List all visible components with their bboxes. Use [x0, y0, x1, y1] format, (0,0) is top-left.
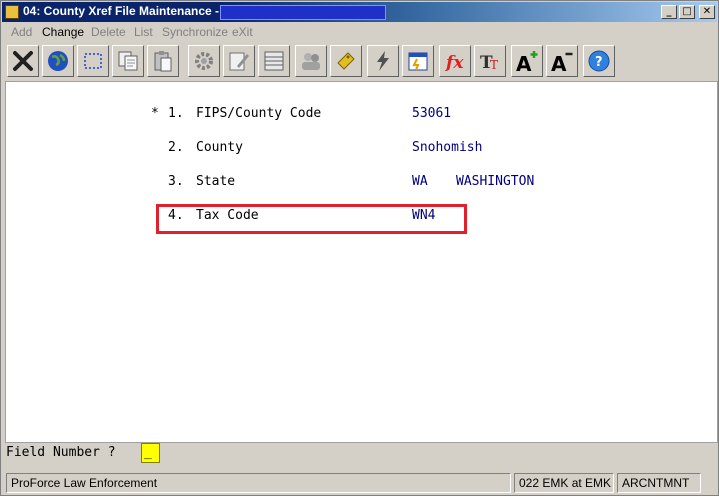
title-highlight [220, 5, 386, 20]
app-icon [5, 5, 19, 19]
field-number-input[interactable]: _ [141, 443, 160, 463]
menu-list[interactable]: List [134, 25, 153, 39]
function-fx-icon[interactable]: fx [439, 45, 471, 77]
field-2-value: Snohomish [412, 140, 483, 155]
status-user: 022 EMK at EMK [514, 473, 614, 493]
menu-exit[interactable]: eXit [232, 25, 253, 39]
status-bar: ProForce Law Enforcement 022 EMK at EMK … [5, 473, 718, 493]
settings-gear-icon[interactable] [188, 45, 220, 77]
close-x-icon[interactable] [7, 45, 39, 77]
svg-text:?: ? [595, 55, 603, 70]
menu-delete[interactable]: Delete [91, 25, 126, 39]
title-bar: 04: County Xref File Maintenance - _ □ ✕ [2, 2, 717, 22]
svg-text:A: A [516, 52, 532, 73]
svg-text:A: A [551, 52, 567, 73]
field-2-number: 2. [168, 140, 184, 155]
field-1-label: FIPS/County Code [196, 106, 322, 121]
field-2-label: County [196, 140, 243, 155]
lightning-icon[interactable] [367, 45, 399, 77]
calendar-icon[interactable] [402, 45, 434, 77]
minimize-button[interactable]: _ [661, 5, 677, 19]
field-3-label: State [196, 174, 236, 189]
menu-change[interactable]: Change [42, 25, 84, 39]
status-company: ProForce Law Enforcement [6, 473, 511, 493]
field-3-value-name: WASHINGTON [456, 174, 535, 189]
select-rectangle-icon[interactable] [77, 45, 109, 77]
svg-text:T: T [490, 58, 498, 72]
field-3-number: 3. [168, 174, 184, 189]
maximize-button[interactable]: □ [679, 5, 695, 19]
toolbar: fx TT A A ? [5, 43, 717, 79]
paste-icon[interactable] [147, 45, 179, 77]
prompt-bar: Field Number ? _ [5, 443, 718, 465]
font-increase-icon[interactable]: A [511, 45, 543, 77]
menu-add[interactable]: Add [11, 25, 32, 39]
svg-text:fx: fx [445, 53, 464, 73]
help-icon[interactable]: ? [583, 45, 615, 77]
link-tag-icon[interactable] [330, 45, 362, 77]
globe-icon[interactable] [42, 45, 74, 77]
field-number-prompt: Field Number ? [6, 445, 116, 460]
highlight-box [156, 204, 467, 234]
status-program: ARCNTMNT [617, 473, 701, 493]
edit-pencil-icon[interactable] [223, 45, 255, 77]
app-window: 04: County Xref File Maintenance - _ □ ✕… [0, 0, 719, 496]
field-1-value: 53061 [412, 106, 452, 121]
text-size-icon[interactable]: TT [474, 45, 506, 77]
field-1-marker: * [151, 106, 159, 121]
field-1-number: 1. [168, 106, 184, 121]
close-button[interactable]: ✕ [699, 5, 715, 19]
font-decrease-icon[interactable]: A [546, 45, 578, 77]
list-grid-icon[interactable] [258, 45, 290, 77]
field-3-value: WA [412, 174, 428, 189]
terminal-screen: * 1. FIPS/County Code 53061 2. County Sn… [5, 81, 718, 443]
menu-synchronize[interactable]: Synchronize [162, 25, 228, 39]
window-title: 04: County Xref File Maintenance - [23, 4, 220, 18]
copy-icon[interactable] [112, 45, 144, 77]
users-icon[interactable] [295, 45, 327, 77]
